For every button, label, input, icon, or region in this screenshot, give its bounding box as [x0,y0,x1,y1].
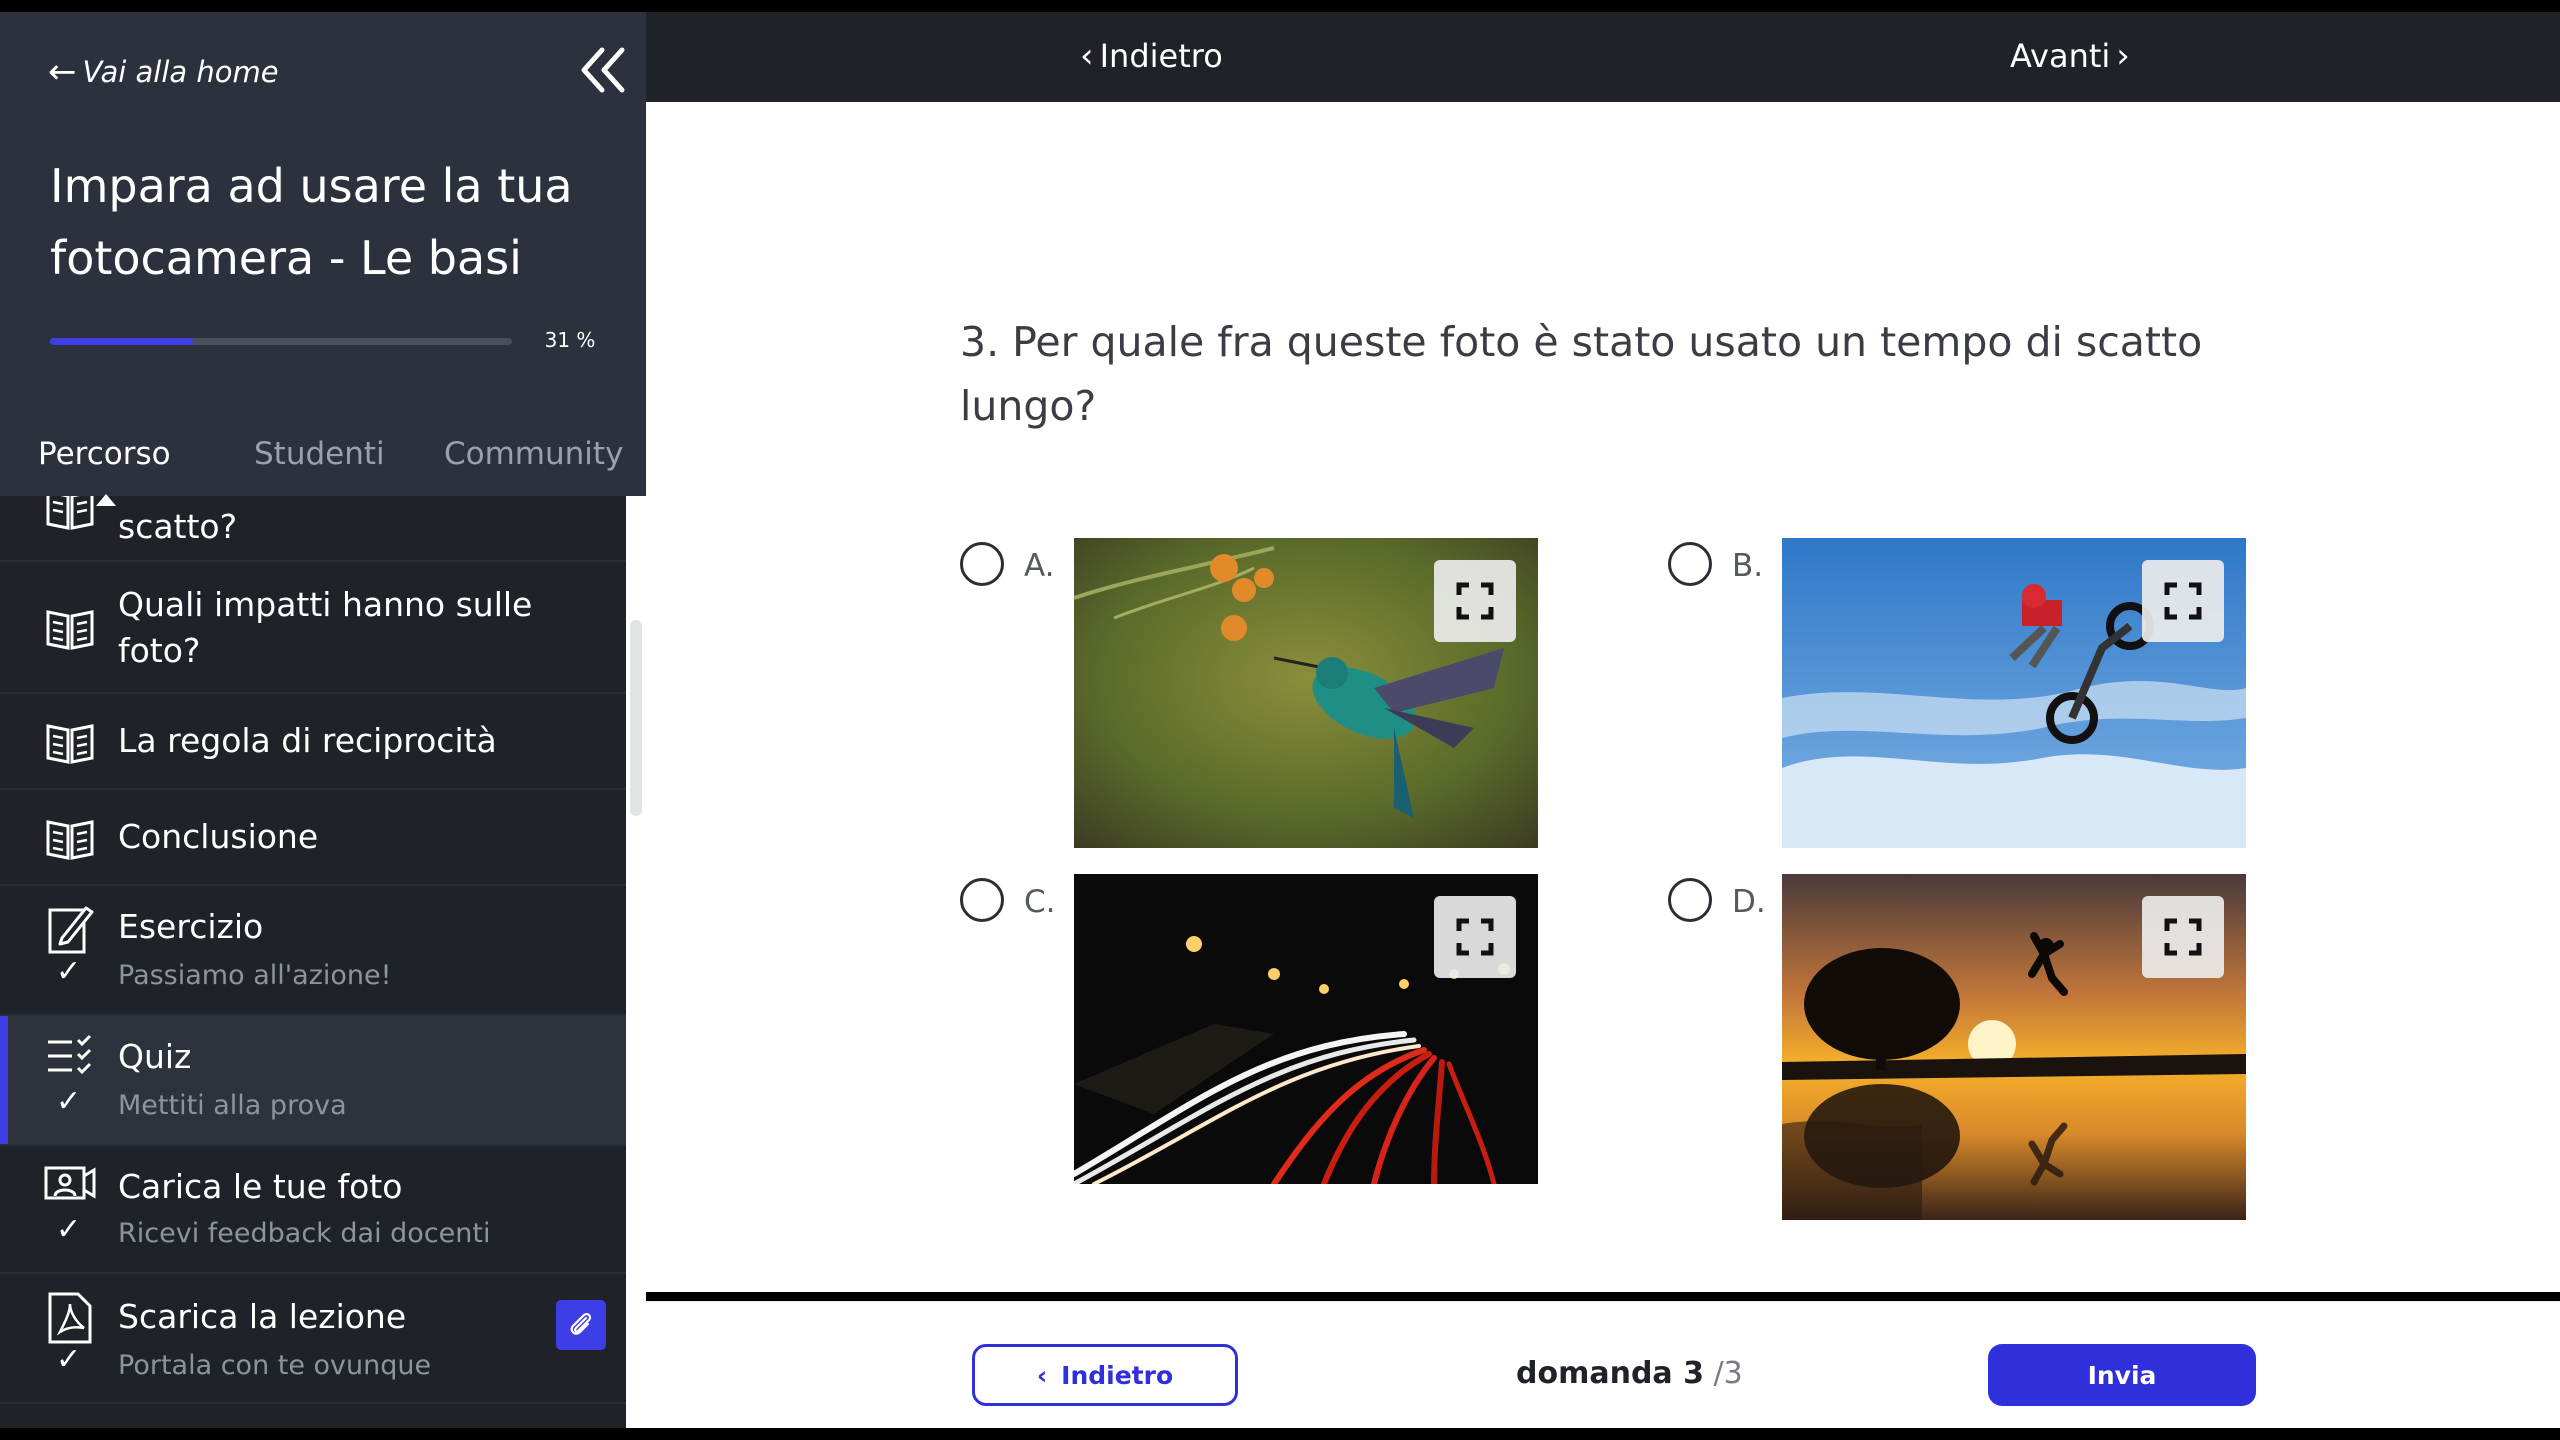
lesson-item[interactable] [0,1404,626,1428]
previous-question-button[interactable]: ‹ Indietro [972,1344,1238,1406]
lesson-subtitle: Mettiti alla prova [118,1090,347,1121]
question-text: 3. Per quale fra queste foto è stato usa… [960,318,2203,430]
fullscreen-icon [2164,918,2202,956]
fullscreen-icon [1456,918,1494,956]
check-icon: ✓ [56,1342,82,1377]
lesson-list: scatto? Quali impatti hanno sulle foto? … [0,496,626,1428]
lesson-title: Conclusione [118,817,319,856]
book-icon [46,820,94,860]
sidebar: ← Vai alla home Impara ad usare la tua f… [0,12,646,1428]
lesson-list-scrollbar[interactable] [626,496,646,1428]
lesson-title: Scarica la lezione [118,1297,407,1336]
lesson-title: Carica le tue foto [118,1167,403,1206]
paperclip-icon [570,1312,592,1335]
course-progress-fill [50,338,194,345]
course-progress-label: 31 % [544,328,596,352]
book-icon [46,496,94,530]
lesson-title: Esercizio [118,907,264,946]
top-back-label: Indietro [1099,37,1223,75]
tab-community[interactable]: Community [444,436,623,472]
counter-current: domanda 3 [1516,1356,1704,1391]
expand-image-button[interactable] [1434,896,1516,978]
lesson-item-quiz[interactable]: ✓ Quiz Mettiti alla prova [0,1016,626,1146]
course-title: Impara ad usare la tua fotocamera - Le b… [50,159,573,285]
option-letter: C. [1024,884,1056,920]
lesson-subtitle: Portala con te ovunque [118,1350,432,1381]
expand-image-button[interactable] [1434,560,1516,642]
option-b-radio[interactable] [1668,542,1712,586]
arrow-left-icon: ← [48,52,77,92]
option-d-radio[interactable] [1668,878,1712,922]
lesson-item[interactable]: scatto? [0,496,626,562]
hummingbird-photo[interactable] [1074,538,1538,848]
lesson-item-download[interactable]: ✓ Scarica la lezione Portala con te ovun… [0,1274,626,1404]
option-a-radio[interactable] [960,542,1004,586]
top-navigation: ‹ Indietro Avanti › [646,12,2560,102]
lesson-subtitle: Ricevi feedback dai docenti [118,1218,491,1249]
pdf-icon [48,1292,92,1344]
lesson-item[interactable]: Quali impatti hanno sulle foto? [0,562,626,694]
chevron-left-icon: ‹ [1036,1360,1048,1390]
fullscreen-icon [2164,582,2202,620]
book-icon [46,724,94,764]
course-progress-bar [50,338,512,345]
quiz-footer: ‹ Indietro domanda 3 /3 Invia [646,1302,2560,1428]
lesson-title: Quiz [118,1037,192,1076]
lesson-item-esercizio[interactable]: ✓ Esercizio Passiamo all'azione! [0,886,626,1016]
upload-photo-icon [44,1166,96,1200]
top-next-label: Avanti [2010,37,2111,75]
lesson-title: Quali impatti hanno sulle foto? [118,585,533,670]
double-chevron-left-icon [581,47,625,93]
expand-image-button[interactable] [2142,560,2224,642]
top-next-button[interactable]: Avanti › [2010,26,2130,86]
top-back-button[interactable]: ‹ Indietro [1080,26,1223,86]
option-letter: A. [1024,548,1055,584]
collapse-sidebar-button[interactable] [578,40,630,100]
check-icon: ✓ [56,1212,82,1247]
sidebar-header: ← Vai alla home Impara ad usare la tua f… [0,12,646,506]
tab-percorso[interactable]: Percorso [38,436,171,472]
quiz-checklist-icon [48,1034,92,1075]
fullscreen-icon [1456,582,1494,620]
scrollbar-thumb[interactable] [630,620,642,816]
lesson-subtitle: Passiamo all'azione! [118,960,392,991]
tab-studenti[interactable]: Studenti [254,436,385,472]
lesson-title: La regola di reciprocità [118,721,497,760]
chevron-right-icon: › [2116,36,2130,76]
lesson-item[interactable]: La regola di reciprocità [0,694,626,790]
previous-label: Indietro [1061,1360,1174,1390]
chevron-left-icon: ‹ [1080,36,1094,76]
option-letter: B. [1732,548,1764,584]
option-c-radio[interactable] [960,878,1004,922]
attachment-button[interactable] [556,1300,606,1350]
submit-button[interactable]: Invia [1988,1344,2256,1406]
back-home-link[interactable]: ← Vai alla home [48,42,279,102]
back-home-label: Vai alla home [82,55,279,89]
lesson-item-upload[interactable]: ✓ Carica le tue foto Ricevi feedback dai… [0,1146,626,1274]
lesson-title: scatto? [118,507,238,546]
check-icon: ✓ [56,954,82,989]
expand-image-button[interactable] [2142,896,2224,978]
motocross-jump-photo[interactable] [1782,538,2246,848]
option-letter: D. [1732,884,1766,920]
counter-total: /3 [1713,1356,1743,1391]
sunset-jump-silhouette-photo[interactable] [1782,874,2246,1220]
sidebar-tabs: Percorso Studenti Community [0,422,646,506]
quiz-main-area: 3. Per quale fra queste foto è stato usa… [646,102,2560,1292]
check-icon: ✓ [56,1084,82,1119]
book-icon [46,610,94,650]
lesson-item[interactable]: Conclusione [0,790,626,886]
exercise-icon [48,906,94,954]
night-traffic-light-trails-photo[interactable] [1074,874,1538,1184]
question-counter: domanda 3 /3 [1516,1356,1743,1391]
